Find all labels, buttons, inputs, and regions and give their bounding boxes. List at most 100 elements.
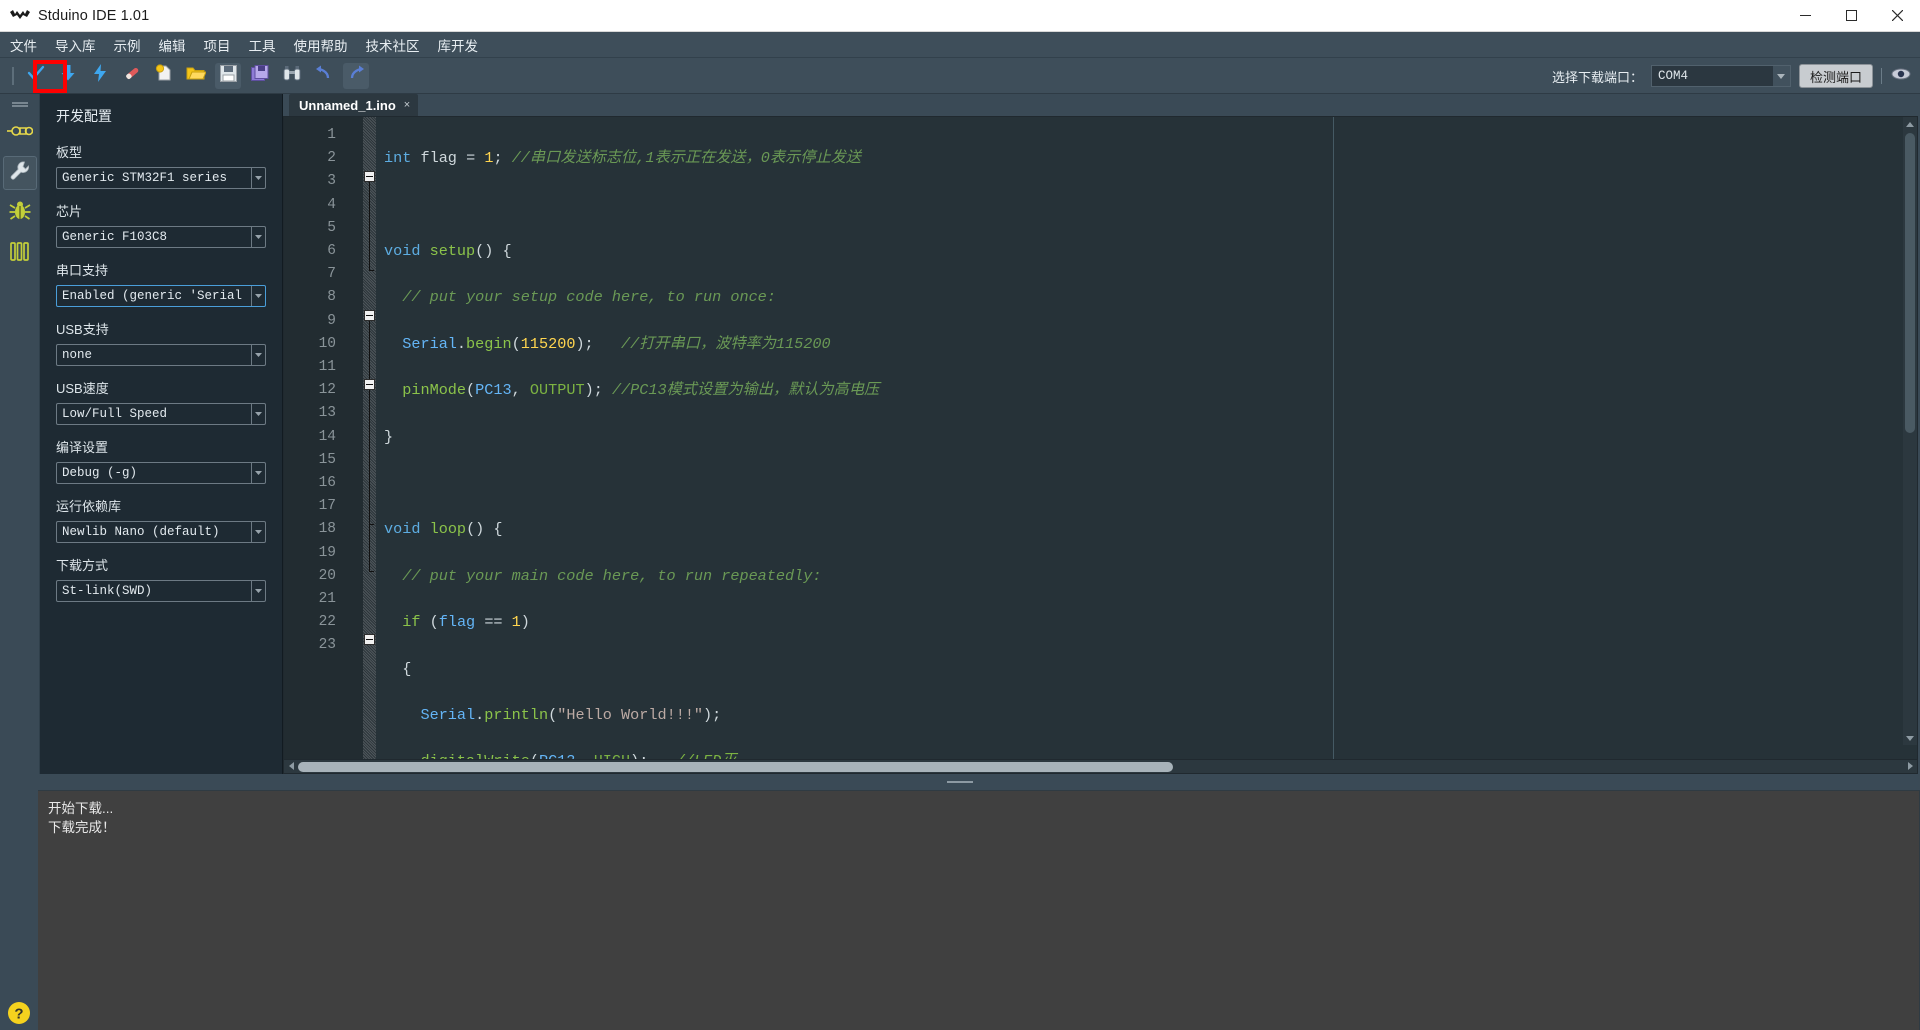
scroll-left-arrow-icon[interactable] bbox=[284, 760, 298, 772]
verify-check-icon bbox=[27, 64, 45, 87]
chevron-down-icon[interactable] bbox=[251, 227, 265, 247]
console-line: 开始下载... bbox=[48, 801, 114, 816]
menu-examples[interactable]: 示例 bbox=[112, 33, 143, 57]
question-help-icon: ? bbox=[7, 1001, 31, 1030]
scroll-up-arrow-icon[interactable] bbox=[1903, 117, 1917, 131]
compile-settings-value: Debug (-g) bbox=[62, 466, 138, 480]
console-row: ? 开始下载... 下载完成！ bbox=[0, 790, 1920, 1030]
serial-monitor-button[interactable] bbox=[1890, 66, 1912, 86]
undo-button[interactable] bbox=[311, 63, 337, 89]
code-editor[interactable]: 1 2 3 4 5 6 7 8 9 10 11 12 13 14 15 16 1 bbox=[283, 116, 1918, 760]
tab-unnamed-1-ino[interactable]: Unnamed_1.ino × bbox=[289, 94, 419, 116]
menu-bar: 文件 导入库 示例 编辑 项目 工具 使用帮助 技术社区 库开发 bbox=[0, 32, 1920, 58]
chip-select[interactable]: Generic F103C8 bbox=[56, 226, 266, 248]
chevron-down-icon[interactable] bbox=[251, 522, 265, 542]
usb-speed-label: USB速度 bbox=[56, 381, 109, 396]
menu-help[interactable]: 使用帮助 bbox=[292, 33, 350, 57]
detect-port-button[interactable]: 检测端口 bbox=[1798, 64, 1873, 88]
code-content[interactable]: int flag = 1; //串口发送标志位,1表示正在发送，0表示停止发送 … bbox=[376, 117, 1917, 759]
editor-vertical-scrollbar[interactable] bbox=[1903, 117, 1917, 745]
chevron-down-icon[interactable] bbox=[251, 168, 265, 188]
new-file-button[interactable] bbox=[151, 63, 177, 89]
console-output[interactable]: 开始下载... 下载完成！ bbox=[38, 790, 1920, 1030]
quick-upload-button[interactable] bbox=[87, 63, 113, 89]
save-disk-icon bbox=[219, 64, 237, 87]
fold-marker-usart[interactable] bbox=[364, 634, 375, 645]
code-line-11: if (flag == 1) bbox=[402, 613, 530, 632]
console-left-rail: ? bbox=[0, 790, 38, 1030]
open-file-button[interactable] bbox=[183, 63, 209, 89]
code-line-3: void setup() { bbox=[384, 241, 512, 260]
menu-tools[interactable]: 工具 bbox=[247, 33, 278, 57]
undo-arrow-icon bbox=[315, 65, 333, 86]
menu-community[interactable]: 技术社区 bbox=[364, 33, 422, 57]
port-select[interactable]: COM4 bbox=[1650, 65, 1791, 87]
vertical-scroll-thumb[interactable] bbox=[1905, 133, 1915, 433]
usb-support-select[interactable]: none bbox=[56, 344, 266, 366]
runtime-library-label: 运行依赖库 bbox=[56, 499, 122, 514]
fold-marker-setup[interactable] bbox=[364, 171, 375, 182]
menu-file[interactable]: 文件 bbox=[8, 33, 39, 57]
fold-line bbox=[369, 182, 374, 271]
code-line-5: Serial.begin(115200); //打开串口，波特率为115200 bbox=[402, 334, 831, 353]
detect-port-label: 检测端口 bbox=[1809, 69, 1862, 85]
chevron-down-icon[interactable] bbox=[251, 463, 265, 483]
runtime-library-value: Newlib Nano (default) bbox=[62, 525, 220, 539]
serial-support-label: 串口支持 bbox=[56, 263, 109, 278]
eye-icon bbox=[1891, 67, 1911, 85]
clean-button[interactable] bbox=[119, 63, 145, 89]
chip-value: Generic F103C8 bbox=[62, 230, 168, 244]
fold-marker-loop[interactable] bbox=[364, 310, 375, 321]
activity-settings[interactable] bbox=[2, 156, 37, 190]
usb-support-value: none bbox=[62, 348, 93, 362]
help-button[interactable]: ? bbox=[6, 1001, 32, 1030]
binoculars-icon bbox=[283, 65, 301, 86]
close-button[interactable] bbox=[1874, 0, 1920, 32]
upload-method-value: St-link(SWD) bbox=[62, 584, 153, 598]
code-line-6: pinMode(PC13, OUTPUT); //PC13模式设置为输出，默认为… bbox=[402, 381, 880, 400]
board-type-select[interactable]: Generic STM32F1 series bbox=[56, 167, 266, 189]
menu-edit[interactable]: 编辑 bbox=[157, 33, 188, 57]
save-as-button[interactable] bbox=[247, 63, 273, 89]
chevron-down-icon[interactable] bbox=[251, 581, 265, 601]
upload-download-button[interactable] bbox=[55, 63, 81, 89]
panel-splitter[interactable] bbox=[0, 774, 1920, 790]
chevron-down-icon[interactable] bbox=[251, 345, 265, 365]
chevron-down-icon[interactable] bbox=[251, 404, 265, 424]
editor-horizontal-scrollbar[interactable] bbox=[283, 760, 1918, 774]
close-icon[interactable]: × bbox=[404, 99, 410, 111]
toolbar-divider bbox=[1881, 68, 1882, 84]
activity-library[interactable] bbox=[3, 236, 37, 270]
scroll-down-arrow-icon[interactable] bbox=[1903, 731, 1917, 745]
panel-drag-handle[interactable] bbox=[11, 100, 29, 110]
activity-board-manager[interactable] bbox=[3, 116, 37, 150]
save-button[interactable] bbox=[215, 62, 241, 89]
serial-support-select[interactable]: Enabled (generic 'Serial') bbox=[56, 285, 266, 307]
menu-import-library[interactable]: 导入库 bbox=[53, 33, 98, 57]
usb-speed-select[interactable]: Low/Full Speed bbox=[56, 403, 266, 425]
code-folding-column[interactable] bbox=[363, 117, 376, 759]
bug-icon bbox=[9, 200, 31, 227]
minimize-button[interactable] bbox=[1782, 0, 1828, 32]
editor-area: Unnamed_1.ino × 1 2 3 4 5 6 7 8 9 10 11 bbox=[283, 94, 1920, 774]
find-button[interactable] bbox=[279, 63, 305, 89]
chevron-down-icon[interactable] bbox=[1772, 66, 1790, 86]
code-line-7: } bbox=[384, 427, 394, 446]
upload-method-select[interactable]: St-link(SWD) bbox=[56, 580, 266, 602]
chevron-down-icon[interactable] bbox=[251, 286, 265, 306]
new-file-icon bbox=[155, 64, 173, 87]
activity-debug[interactable] bbox=[3, 196, 37, 230]
runtime-library-select[interactable]: Newlib Nano (default) bbox=[56, 521, 266, 543]
maximize-button[interactable] bbox=[1828, 0, 1874, 32]
menu-project[interactable]: 项目 bbox=[202, 33, 233, 57]
scroll-right-arrow-icon[interactable] bbox=[1903, 760, 1917, 772]
fold-marker-block[interactable] bbox=[364, 379, 375, 390]
serial-support-value: Enabled (generic 'Serial') bbox=[62, 289, 245, 303]
redo-button[interactable] bbox=[343, 62, 369, 89]
usb-speed-value: Low/Full Speed bbox=[62, 407, 168, 421]
compile-settings-select[interactable]: Debug (-g) bbox=[56, 462, 266, 484]
menu-library-dev[interactable]: 库开发 bbox=[436, 33, 481, 57]
verify-compile-button[interactable] bbox=[23, 63, 49, 89]
horizontal-scroll-thumb[interactable] bbox=[298, 762, 1173, 772]
upload-method-label: 下载方式 bbox=[56, 558, 109, 573]
